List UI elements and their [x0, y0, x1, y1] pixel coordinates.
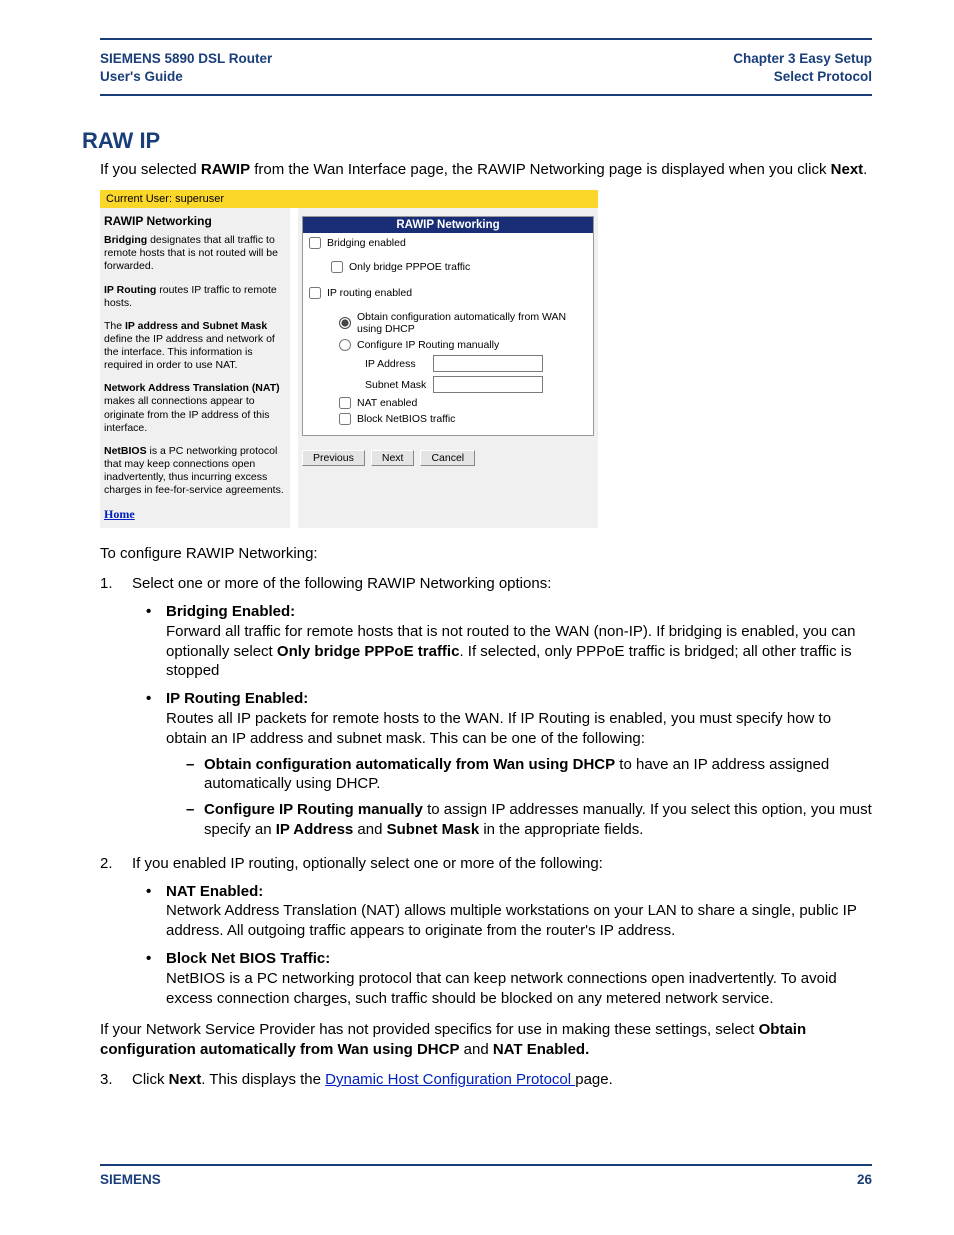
footer-brand: SIEMENS [100, 1172, 161, 1187]
dhcp-link[interactable]: Dynamic Host Configuration Protocol [325, 1071, 575, 1088]
previous-button[interactable]: Previous [302, 450, 365, 466]
nat-checkbox[interactable] [339, 397, 351, 409]
ip-address-label: IP Address [365, 358, 427, 370]
manual-radio[interactable] [339, 339, 351, 351]
footer-page-number: 26 [857, 1172, 872, 1187]
ip-routing-checkbox[interactable] [309, 287, 321, 299]
chapter-label: Chapter 3 Easy Setup [733, 50, 872, 68]
help-sidebar: RAWIP Networking Bridging designates tha… [100, 208, 290, 528]
ip-routing-label: IP routing enabled [327, 287, 412, 299]
only-pppoe-label: Only bridge PPPOE traffic [349, 261, 470, 273]
embedded-ui: Current User: superuser RAWIP Networking… [100, 190, 598, 528]
step-3: 3. Click Next. This displays the Dynamic… [100, 1070, 872, 1090]
bridging-label: Bridging enabled [327, 237, 406, 249]
step-2: 2. If you enabled IP routing, optionally… [100, 854, 872, 874]
sidebar-heading: RAWIP Networking [104, 214, 286, 228]
bridging-enabled-heading: Bridging Enabled: [166, 603, 295, 620]
doc-title-line2: User's Guide [100, 68, 272, 86]
section-label: Select Protocol [733, 68, 872, 86]
bridging-checkbox[interactable] [309, 237, 321, 249]
cancel-button[interactable]: Cancel [420, 450, 475, 466]
ip-routing-enabled-heading: IP Routing Enabled: [166, 690, 308, 707]
netbios-checkbox[interactable] [339, 413, 351, 425]
panel-title: RAWIP Networking [303, 217, 593, 233]
rawip-panel: RAWIP Networking Bridging enabled Only b… [302, 216, 594, 436]
step-1: 1. Select one or more of the following R… [100, 574, 872, 594]
manual-radio-label: Configure IP Routing manually [357, 339, 499, 351]
subnet-mask-input[interactable] [433, 376, 543, 393]
page-header: SIEMENS 5890 DSL Router User's Guide Cha… [100, 38, 872, 96]
page-footer: SIEMENS 26 [100, 1164, 872, 1187]
nat-label: NAT enabled [357, 397, 417, 409]
home-link[interactable]: Home [104, 507, 135, 521]
subnet-mask-label: Subnet Mask [365, 379, 427, 391]
nsp-paragraph: If your Network Service Provider has not… [100, 1020, 872, 1060]
only-pppoe-checkbox[interactable] [331, 261, 343, 273]
dhcp-radio[interactable] [339, 317, 351, 329]
section-heading: RAW IP [82, 128, 894, 154]
current-user-bar: Current User: superuser [100, 190, 598, 208]
doc-title-line1: SIEMENS 5890 DSL Router [100, 50, 272, 68]
intro-paragraph: If you selected RAWIP from the Wan Inter… [100, 160, 872, 180]
ip-address-input[interactable] [433, 355, 543, 372]
next-button[interactable]: Next [371, 450, 415, 466]
configure-line: To configure RAWIP Networking: [100, 544, 872, 564]
dhcp-radio-label: Obtain configuration automatically from … [357, 311, 587, 335]
block-netbios-heading: Block Net BIOS Traffic: [166, 950, 330, 967]
netbios-label: Block NetBIOS traffic [357, 413, 455, 425]
nat-enabled-heading: NAT Enabled: [166, 883, 263, 900]
